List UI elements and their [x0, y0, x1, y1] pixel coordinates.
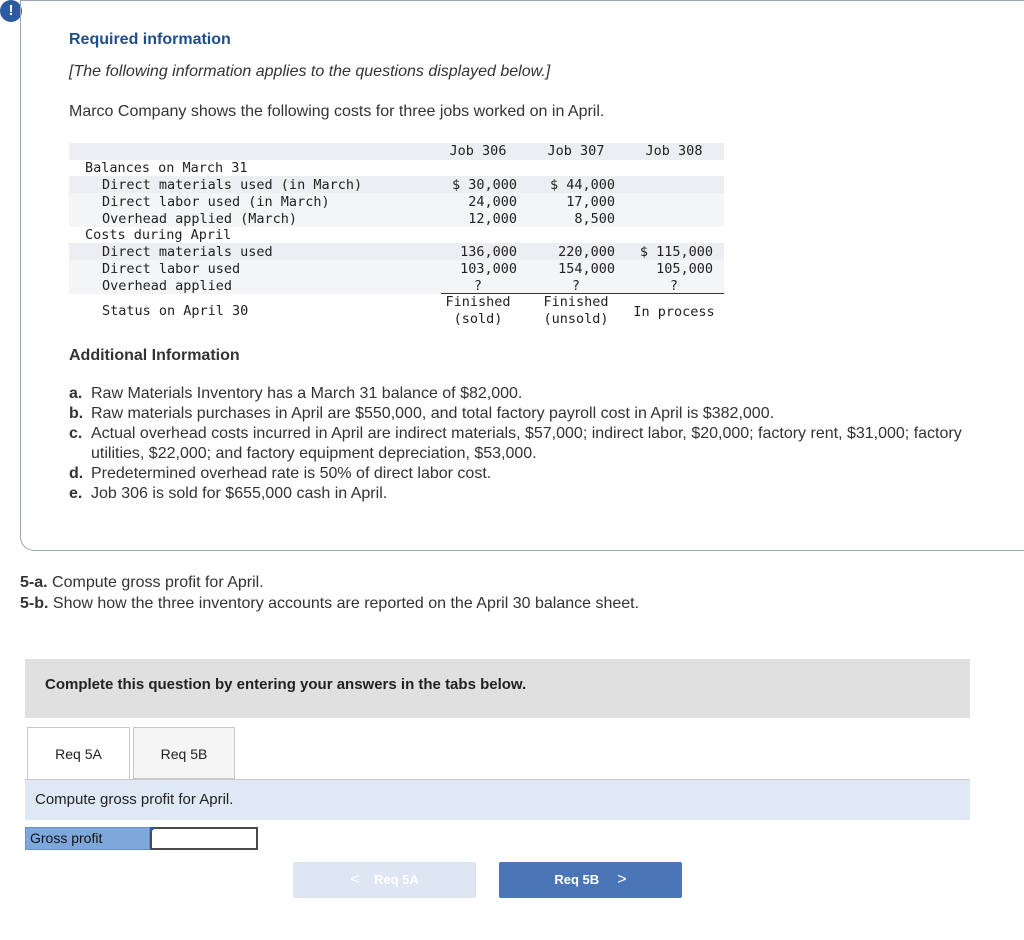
list-item: a. Raw Materials Inventory has a March 31…: [69, 384, 999, 404]
cell-value: $ 115,000: [639, 244, 713, 260]
cell-value: 8,500: [574, 211, 615, 227]
cell-value: $ 44,000: [549, 177, 615, 193]
instruction-text: Complete this question by entering your …: [45, 676, 527, 693]
prev-req-5a-button[interactable]: < Req 5A: [293, 862, 476, 898]
row-label: Overhead applied (March): [102, 211, 298, 227]
cell-value: 17,000: [566, 194, 615, 210]
header-band: [69, 143, 724, 160]
cell-value: ?: [669, 278, 679, 294]
col-header-job-308: Job 308: [645, 143, 703, 159]
question-number: 5-a.: [20, 574, 48, 591]
item-letter: d.: [69, 465, 84, 482]
section-label: Balances on March 31: [85, 160, 248, 176]
gross-profit-label: Gross profit: [25, 827, 150, 850]
row-label: Direct labor used (in March): [102, 194, 330, 210]
cell-value: 105,000: [656, 261, 713, 277]
col-header-job-307: Job 307: [547, 143, 605, 159]
row-label: Direct materials used: [102, 244, 273, 260]
item-letter: a.: [69, 385, 83, 402]
status-job-307-detail: (unsold): [543, 311, 609, 327]
list-item: c. Actual overhead costs incurred in Apri…: [69, 424, 999, 464]
cell-value: 12,000: [468, 211, 517, 227]
required-info-subtitle: [The following information applies to th…: [69, 63, 551, 80]
item-letter: c.: [69, 425, 83, 442]
item-text: Actual overhead costs incurred in April …: [91, 425, 962, 462]
status-job-307: Finished: [543, 294, 609, 310]
row-label: Direct labor used: [102, 261, 241, 277]
list-item: e. Job 306 is sold for $655,000 cash in A…: [69, 484, 999, 504]
chevron-right-icon: >: [617, 871, 627, 888]
input-marker-icon: [150, 827, 156, 833]
cell-value: 136,000: [460, 244, 517, 260]
item-text: Raw materials purchases in April are $55…: [91, 405, 775, 422]
item-text: Job 306 is sold for $655,000 cash in Apr…: [91, 485, 388, 502]
instruction-bar: Complete this question by entering your …: [25, 659, 970, 718]
item-letter: e.: [69, 485, 83, 502]
tab-req-5b[interactable]: Req 5B: [133, 727, 235, 779]
item-text: Raw Materials Inventory has a March 31 b…: [91, 385, 523, 402]
cell-value: 24,000: [468, 194, 517, 210]
tab-prompt-bar: Compute gross profit for April.: [25, 780, 970, 820]
next-req-5b-button[interactable]: Req 5B >: [499, 862, 682, 898]
row-label: Direct materials used (in March): [102, 177, 363, 193]
tab-req-5a[interactable]: Req 5A: [27, 727, 130, 779]
item-text: Predetermined overhead rate is 50% of di…: [91, 465, 492, 482]
list-item: d. Predetermined overhead rate is 50% of …: [69, 464, 999, 484]
status-job-306: Finished: [445, 294, 511, 310]
list-item: b. Raw materials purchases in April are $…: [69, 404, 999, 424]
status-job-306-detail: (sold): [453, 311, 503, 327]
cell-value: 154,000: [558, 261, 615, 277]
required-info-title: Required information: [69, 31, 231, 48]
cell-value: 220,000: [558, 244, 615, 260]
additional-info-list: a. Raw Materials Inventory has a March 31…: [69, 384, 999, 504]
row-label: Status on April 30: [102, 303, 249, 319]
question-text: Show how the three inventory accounts ar…: [52, 595, 640, 612]
cell-value: ?: [571, 278, 581, 294]
question-5a: 5-a. Compute gross profit for April.: [20, 574, 264, 592]
prev-button-label: Req 5A: [374, 872, 419, 887]
col-header-job-306: Job 306: [449, 143, 507, 159]
chevron-left-icon: <: [350, 871, 360, 888]
alert-icon: !: [0, 0, 22, 22]
cell-value: 103,000: [460, 261, 517, 277]
cell-value: ?: [473, 278, 483, 294]
cell-value: $ 30,000: [451, 177, 517, 193]
item-letter: b.: [69, 405, 84, 422]
gross-profit-input[interactable]: [150, 827, 258, 850]
status-job-308: In process: [633, 304, 715, 320]
next-button-label: Req 5B: [554, 872, 600, 887]
section-label: Costs during April: [85, 227, 232, 243]
tab-prompt-text: Compute gross profit for April.: [35, 791, 234, 808]
question-5b: 5-b. Show how the three inventory accoun…: [20, 595, 639, 613]
additional-info-title: Additional Information: [69, 347, 240, 364]
row-label: Overhead applied: [102, 278, 233, 294]
intro-text: Marco Company shows the following costs …: [69, 103, 605, 120]
question-number: 5-b.: [20, 595, 49, 612]
question-text: Compute gross profit for April.: [52, 574, 264, 591]
